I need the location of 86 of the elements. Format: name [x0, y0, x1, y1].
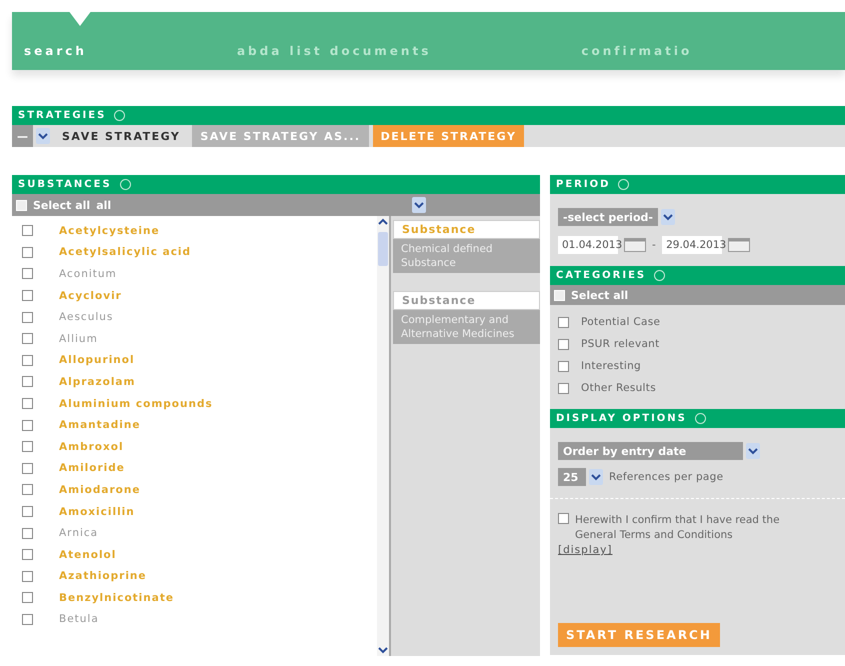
calendar-icon[interactable] — [728, 238, 750, 252]
legend-tab[interactable]: Substance — [393, 220, 540, 239]
section-title: SUBSTANCES — [18, 179, 112, 190]
help-icon[interactable] — [120, 179, 131, 190]
scroll-up-icon[interactable] — [378, 218, 388, 226]
checkbox[interactable] — [558, 360, 569, 372]
substance-name[interactable]: Allium — [59, 332, 98, 345]
select-all-label: Select all — [33, 198, 90, 212]
period-select[interactable]: -select period- — [558, 208, 658, 226]
caret-icon — [68, 10, 92, 26]
substance-name[interactable]: Atenolol — [59, 548, 116, 561]
substance-name[interactable]: Alprazolam — [59, 376, 136, 388]
checkbox[interactable] — [558, 513, 569, 524]
per-page-select[interactable]: 25 — [558, 468, 586, 486]
checkbox[interactable] — [22, 333, 33, 344]
substance-name[interactable]: Acetylsalicylic acid — [59, 246, 192, 258]
substance-name[interactable]: Ambroxol — [59, 440, 124, 453]
substance-name[interactable]: Acyclovir — [59, 290, 122, 302]
help-icon[interactable] — [618, 179, 630, 190]
section-title: PERIOD — [556, 179, 610, 190]
substance-name[interactable]: Arnica — [59, 527, 98, 540]
scrollbar[interactable] — [377, 216, 389, 656]
strategy-button[interactable]: DELETE STRATEGY — [372, 125, 524, 147]
nav-tab[interactable]: confirmatio — [581, 44, 692, 58]
substance-name[interactable]: Azathioprine — [59, 570, 147, 582]
filter-select[interactable]: all — [96, 198, 406, 212]
legend-description: Complementary and Alternative Medicines — [393, 310, 540, 344]
order-select[interactable]: Order by entry date — [558, 442, 743, 460]
category-label: Other Results — [581, 382, 656, 394]
section-title: CATEGORIES — [556, 270, 646, 281]
section-title: DISPLAY OPTIONS — [556, 413, 687, 424]
substance-name[interactable]: Betula — [59, 613, 99, 626]
checkbox[interactable] — [22, 420, 33, 431]
checkbox[interactable] — [22, 268, 33, 280]
checkbox[interactable] — [22, 484, 33, 496]
section-title: STRATEGIES — [18, 110, 106, 121]
substance-name[interactable]: Acetylcysteine — [59, 224, 160, 237]
checkbox[interactable] — [22, 312, 33, 323]
checkbox[interactable] — [22, 290, 33, 302]
checkbox[interactable] — [22, 592, 33, 604]
scroll-down-icon[interactable] — [378, 646, 388, 654]
calendar-icon[interactable] — [624, 238, 646, 252]
legend-description: Chemical defined Substance — [393, 239, 540, 273]
substance-name[interactable]: Aconitum — [59, 268, 117, 280]
start-research-button[interactable]: START RESEARCH — [558, 623, 720, 647]
checkbox[interactable] — [558, 382, 569, 394]
select-all-label: Select all — [571, 288, 628, 302]
checkbox[interactable] — [22, 376, 33, 388]
substance-name[interactable]: Amantadine — [59, 419, 140, 432]
substance-name[interactable]: Aesculus — [59, 311, 114, 324]
strategy-select[interactable]: — — [12, 125, 33, 147]
checkbox[interactable] — [22, 506, 33, 518]
strategy-button[interactable]: SAVE STRATEGY — [54, 125, 188, 147]
checkbox[interactable] — [22, 354, 33, 366]
substance-name[interactable]: Amoxicillin — [59, 506, 135, 518]
checkbox[interactable] — [22, 549, 33, 560]
checkbox[interactable] — [22, 225, 33, 236]
terms-confirmation-text: Herewith I confirm that I have read the General Terms and Conditions — [575, 513, 781, 543]
category-label: Potential Case — [581, 316, 660, 328]
category-label: Interesting — [581, 360, 641, 372]
checkbox[interactable] — [22, 614, 33, 625]
strategy-button[interactable]: SAVE STRATEGY AS... — [192, 125, 369, 147]
checkbox[interactable] — [22, 462, 33, 474]
substance-name[interactable]: Amiodarone — [59, 484, 140, 496]
checkbox[interactable] — [558, 316, 569, 328]
legend-tab[interactable]: Substance — [393, 291, 540, 310]
nav-tab[interactable]: abda list documents — [236, 44, 432, 58]
substance-name[interactable]: Benzylnicotinate — [59, 592, 174, 604]
checkbox[interactable] — [22, 528, 33, 539]
help-icon[interactable] — [654, 270, 666, 281]
substance-name[interactable]: Amiloride — [59, 462, 125, 474]
date-separator: - — [652, 239, 656, 251]
checkbox[interactable] — [22, 398, 33, 410]
category-label: PSUR relevant — [581, 338, 660, 350]
checkbox[interactable] — [22, 246, 33, 258]
scroll-thumb[interactable] — [378, 232, 388, 266]
checkbox[interactable] — [22, 570, 33, 582]
help-icon[interactable] — [114, 110, 126, 121]
substance-name[interactable]: Allopurinol — [59, 354, 135, 366]
help-icon[interactable] — [694, 413, 706, 424]
substance-name[interactable]: Aluminium compounds — [59, 398, 213, 410]
display-link[interactable]: [display] — [558, 544, 612, 556]
checkbox[interactable] — [22, 441, 33, 452]
checkbox[interactable] — [558, 338, 569, 350]
per-page-label: References per page — [609, 471, 724, 483]
nav-tab[interactable]: search — [24, 44, 87, 58]
